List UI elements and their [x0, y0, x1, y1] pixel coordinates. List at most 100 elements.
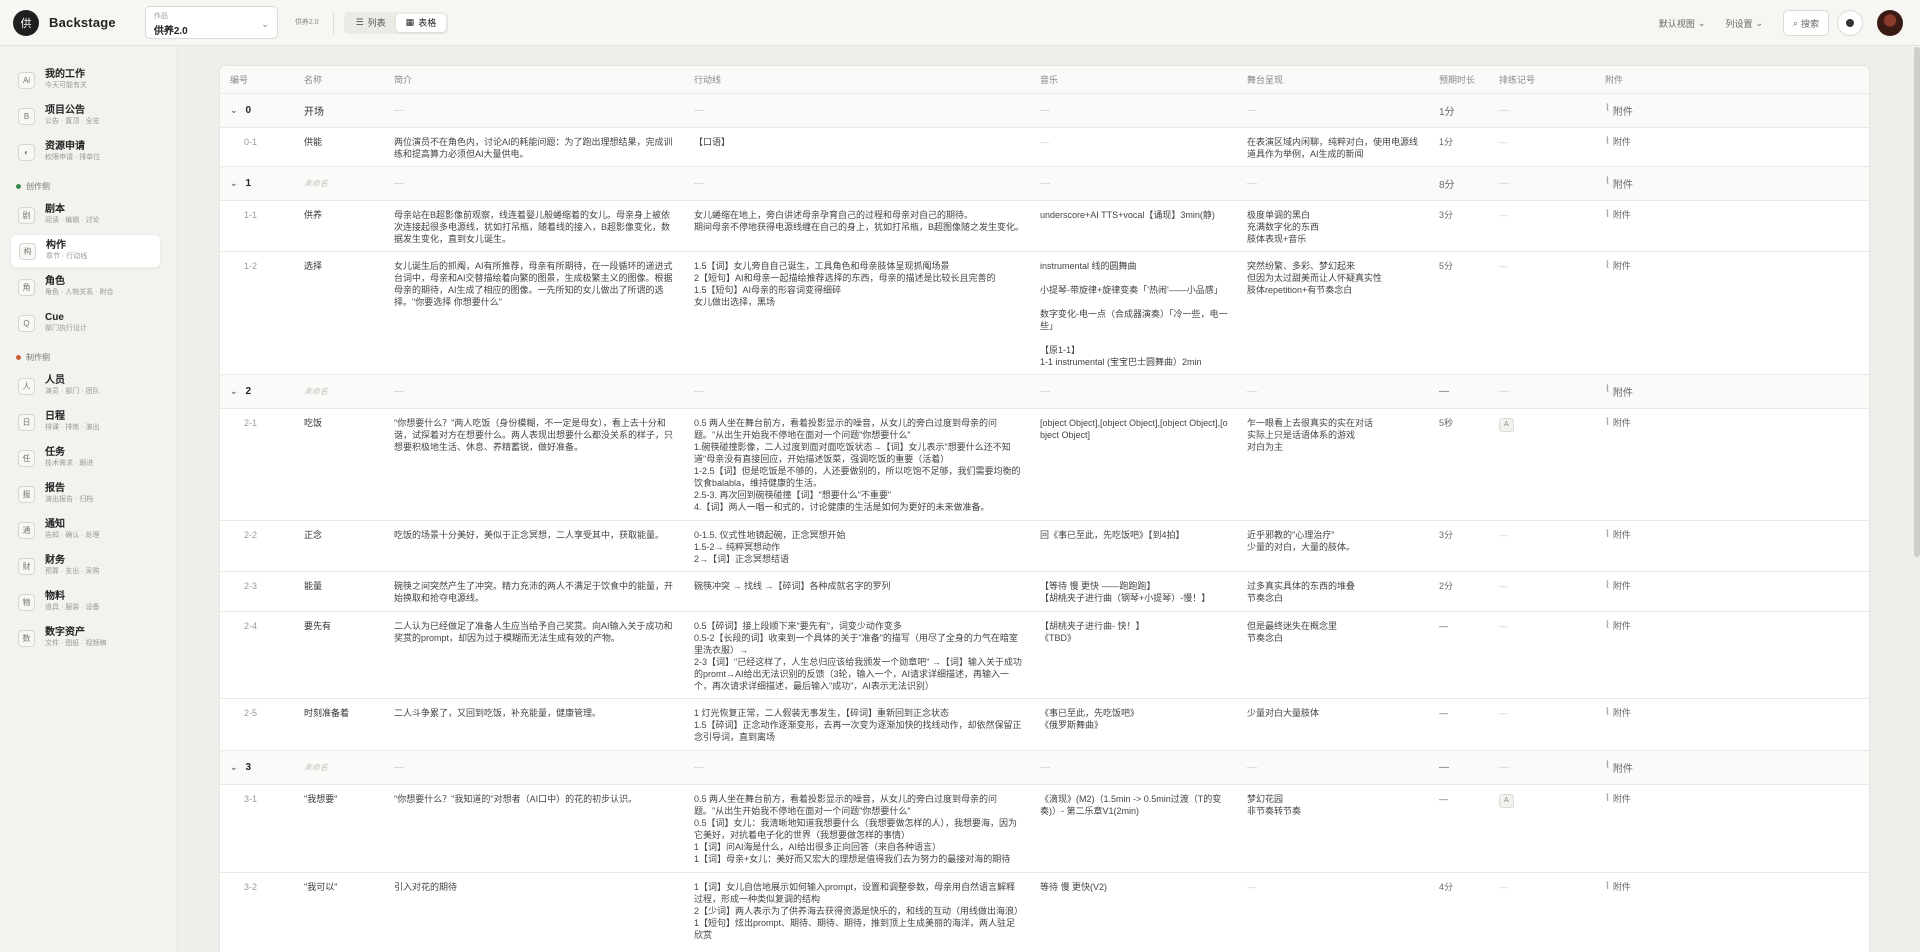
sidebar-item[interactable]: 构构作 章节 · 行动线 — [10, 234, 161, 268]
row-music[interactable]: 回《事已至此，先吃饭吧》【到4拍】 — [1032, 521, 1239, 571]
attachment-button[interactable]: ⌇ 附件 — [1597, 612, 1869, 698]
row-music[interactable]: [object Object],[object Object],[object … — [1032, 409, 1239, 520]
attachment-button[interactable]: ⌇ 附件 — [1597, 384, 1869, 399]
row-duration[interactable]: 5分 — [1431, 252, 1491, 374]
sidebar-item[interactable]: 报报告 演出报告 · 归档 — [10, 477, 161, 511]
row-intro[interactable]: 二人认为已经做足了准备人生应当给予自己奖赏。向AI输入关于成功和奖赏的promp… — [386, 612, 686, 698]
work-selector[interactable]: 作品 供养2.0 ⌄ — [144, 6, 278, 39]
theme-toggle-button[interactable] — [1837, 10, 1863, 36]
row-rehearsal-mark[interactable]: — — [1491, 699, 1597, 750]
sidebar-item[interactable]: Q Cue 部门执行设计 — [10, 306, 161, 340]
attachment-button[interactable]: ⌇ 附件 — [1597, 873, 1869, 952]
attachment-button[interactable]: ⌇ 附件 — [1597, 699, 1869, 750]
chevron-down-icon[interactable]: ⌄ — [230, 105, 238, 116]
table-row[interactable]: 2-5 时刻准备着 二人斗争累了，又回到吃饭，补充能量，健康管理。 1 灯光恢复正常，… — [220, 699, 1869, 751]
row-name[interactable]: 时刻准备着 — [296, 699, 386, 750]
column-header[interactable]: 简介 — [386, 73, 686, 86]
table-row[interactable]: 2-3 能量 碗筷之间突然产生了冲突。精力充沛的两人不满足于饮食中的能量，开始换取和… — [220, 572, 1869, 612]
row-intro[interactable]: 吃饭的场景十分美好，美似于正念冥想，二人享受其中，获取能量。 — [386, 521, 686, 571]
table-row[interactable]: 3-2 "我可以" 引入对花的期待 1【词】女儿自信地展示如何输入prompt，设置和… — [220, 873, 1869, 952]
chevron-down-icon[interactable]: ⌄ — [230, 762, 238, 773]
column-settings-dropdown[interactable]: 列设置 ⌄ — [1725, 17, 1763, 30]
row-duration[interactable]: — — [1431, 699, 1491, 750]
chevron-down-icon[interactable]: ⌄ — [230, 386, 238, 397]
attachment-button[interactable]: ⌇ 附件 — [1597, 760, 1869, 775]
row-rehearsal-mark[interactable]: A — [1491, 785, 1597, 872]
row-duration[interactable]: 3分 — [1431, 201, 1491, 251]
search-button[interactable]: ⌕ 搜索 — [1783, 10, 1829, 36]
attachment-button[interactable]: ⌇ 附件 — [1597, 128, 1869, 166]
sidebar-item[interactable]: 财财务 预算 · 支出 · 采购 — [10, 549, 161, 583]
row-stage[interactable]: 过多真实具体的东西的堆叠 节奏念白 — [1239, 572, 1431, 611]
row-rehearsal-mark[interactable]: A — [1491, 409, 1597, 520]
row-rehearsal-mark[interactable]: — — [1491, 521, 1597, 571]
attachment-button[interactable]: ⌇ 附件 — [1597, 252, 1869, 374]
row-music[interactable]: underscore+AI TTS+vocal【诵现】3min(静) — [1032, 201, 1239, 251]
tab-table-view[interactable]: ▦ 表格 — [395, 13, 447, 32]
table-row[interactable]: 1-1 供养 母亲站在B超影像前观察，线连着婴儿般蜷缩着的女儿。母亲身上被依次连接起… — [220, 201, 1869, 252]
row-music[interactable]: 【胡桃夹子进行曲- 快！】 《TBD》 — [1032, 612, 1239, 698]
sidebar-item[interactable]: 人人员 演员 · 部门 · 团队 — [10, 369, 161, 403]
chevron-down-icon[interactable]: ⌄ — [230, 178, 238, 189]
table-row[interactable]: 2-1 吃饭 "你想要什么？"两人吃饭（身份模糊，不一定是母女），看上去十分和谐，试… — [220, 409, 1869, 521]
row-stage[interactable]: 突然纷繁、多彩、梦幻起来 但因为太过甜美而让人怀疑真实性 肢体repetitio… — [1239, 252, 1431, 374]
row-action-line[interactable]: 碗筷冲突 → 找线 →【碎词】各种成就名字的罗列 — [686, 572, 1032, 611]
row-action-line[interactable]: 1【词】女儿自信地展示如何输入prompt，设置和调整参数，母亲用自然语言解释过… — [686, 873, 1032, 952]
sidebar-item[interactable]: Ai 我的工作 今天可能有关 — [10, 63, 161, 97]
table-group-row[interactable]: ⌄ 2 未命名 — — — — — — ⌇ 附件 — [220, 375, 1869, 409]
row-music[interactable]: — — [1032, 128, 1239, 166]
sidebar-item[interactable]: B 项目公告 公告 · 置顶 · 全览 — [10, 99, 161, 133]
row-rehearsal-mark[interactable]: — — [1491, 572, 1597, 611]
row-intro[interactable]: 母亲站在B超影像前观察，线连着婴儿般蜷缩着的女儿。母亲身上被依次连接起很多电源线… — [386, 201, 686, 251]
column-header[interactable]: 名称 — [296, 73, 386, 86]
row-music[interactable]: 【等待 慢 更快 ——跑跑跑】 【胡桃夹子进行曲（钢琴+小提琴）-慢！】 — [1032, 572, 1239, 611]
row-duration[interactable]: 1分 — [1431, 128, 1491, 166]
table-group-row[interactable]: ⌄ 3 未命名 — — — — — — ⌇ 附件 — [220, 751, 1869, 785]
row-duration[interactable]: 2分 — [1431, 572, 1491, 611]
column-header[interactable]: 舞台呈现 — [1239, 73, 1431, 86]
sidebar-item[interactable]: 物物料 道具 · 服装 · 设备 — [10, 585, 161, 619]
table-row[interactable]: 3-1 "我想要" "你想要什么？"我知道的"对想者（AI口中）的花的初步认识。 0.… — [220, 785, 1869, 873]
sidebar-item[interactable]: 数数字资产 文件 · 图纸 · 视频稿 — [10, 621, 161, 655]
row-intro[interactable]: "你想要什么？"我知道的"对想者（AI口中）的花的初步认识。 — [386, 785, 686, 872]
row-rehearsal-mark[interactable]: — — [1491, 873, 1597, 952]
row-action-line[interactable]: 0-1.5. 仪式性地镜起碗，正念冥想开始 1.5-2→ 纯粹冥想动作 2→【词… — [686, 521, 1032, 571]
row-stage[interactable]: 近乎邪教的"心理治疗" 少量的对白，大量的肢体。 — [1239, 521, 1431, 571]
attachment-button[interactable]: ⌇ 附件 — [1597, 176, 1869, 191]
column-header[interactable]: 排练记号 — [1491, 73, 1597, 86]
column-header[interactable]: 行动线 — [686, 73, 1032, 86]
default-view-dropdown[interactable]: 默认视图 ⌄ — [1659, 17, 1706, 30]
table-group-row[interactable]: ⌄ 1 未命名 — — — —8分 — ⌇ 附件 — [220, 167, 1869, 201]
row-duration[interactable]: 3分 — [1431, 521, 1491, 571]
row-name[interactable]: 要先有 — [296, 612, 386, 698]
attachment-button[interactable]: ⌇ 附件 — [1597, 409, 1869, 520]
row-stage[interactable]: — — [1239, 873, 1431, 952]
table-group-row[interactable]: ⌄ 0 开场 — — — —1分 — ⌇ 附件 — [220, 94, 1869, 128]
row-name[interactable]: 正念 — [296, 521, 386, 571]
avatar[interactable] — [1877, 10, 1903, 36]
row-stage[interactable]: 但是最终迷失在概念里 节奏念白 — [1239, 612, 1431, 698]
app-logo[interactable]: 供 — [13, 9, 39, 36]
sidebar-item[interactable]: 角角色 角色 · 人物关系 · 附合 — [10, 270, 161, 304]
column-header[interactable]: 编号 — [220, 73, 296, 86]
row-name[interactable]: 吃饭 — [296, 409, 386, 520]
row-music[interactable]: 等待 慢 更快(V2) — [1032, 873, 1239, 952]
attachment-button[interactable]: ⌇ 附件 — [1597, 785, 1869, 872]
table-row[interactable]: 2-4 要先有 二人认为已经做足了准备人生应当给予自己奖赏。向AI输入关于成功和奖赏… — [220, 612, 1869, 699]
row-stage[interactable]: 在表演区域内闲聊，纯粹对白，使用电源线道具作为举例，AI生成的新闻 — [1239, 128, 1431, 166]
table-row[interactable]: 1-2 选择 女儿诞生后的抓阄，AI有所推荐，母亲有所期待，在一段循环的递进式台词中… — [220, 252, 1869, 375]
row-stage[interactable]: 乍一眼看上去很真实的实在对话 实际上只是话语体系的游戏 对白为主 — [1239, 409, 1431, 520]
row-duration[interactable]: 4分 — [1431, 873, 1491, 952]
row-name[interactable]: "我可以" — [296, 873, 386, 952]
row-action-line[interactable]: 【口语】 — [686, 128, 1032, 166]
row-name[interactable]: "我想要" — [296, 785, 386, 872]
row-action-line[interactable]: 0.5【碎词】接上段顺下来"要先有"，词变少动作变多 0.5-2【长段的词】收束… — [686, 612, 1032, 698]
row-name[interactable]: 供养 — [296, 201, 386, 251]
scrollbar[interactable] — [1914, 47, 1920, 557]
table-row[interactable]: 2-2 正念 吃饭的场景十分美好，美似于正念冥想，二人享受其中，获取能量。 0-1.5… — [220, 521, 1869, 572]
row-intro[interactable]: "你想要什么？"两人吃饭（身份模糊，不一定是母女），看上去十分和谐，试探着对方在… — [386, 409, 686, 520]
row-action-line[interactable]: 1 灯光恢复正常，二人假装无事发生，【碎词】重新回到正念状态 1.5【碎词】正念… — [686, 699, 1032, 750]
row-intro[interactable]: 女儿诞生后的抓阄，AI有所推荐，母亲有所期待，在一段循环的递进式台词中，母亲和A… — [386, 252, 686, 374]
row-action-line[interactable]: 1.5【词】女儿旁自自己诞生，工具角色和母亲肢体呈现抓阄场景 2【短句】AI和母… — [686, 252, 1032, 374]
column-header[interactable]: 附件 — [1597, 73, 1869, 86]
